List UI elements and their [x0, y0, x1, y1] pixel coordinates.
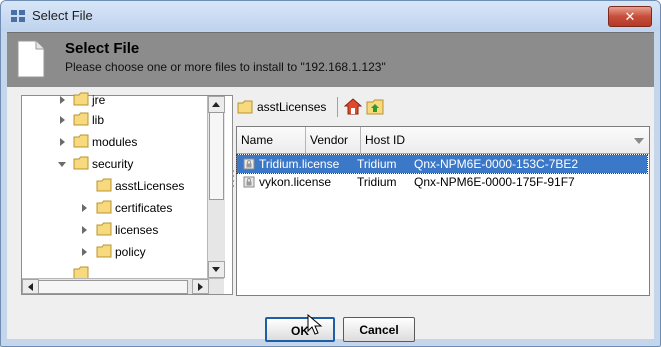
tree-vertical-scrollbar[interactable] [207, 96, 225, 278]
file-table: Name Vendor Host ID Tridium.license Trid… [236, 126, 650, 296]
folder-icon [96, 222, 112, 236]
cell-vendor: Tridium [357, 175, 397, 189]
expand-arrow-icon[interactable] [60, 96, 65, 104]
tree-item-security[interactable]: security [22, 154, 207, 174]
scroll-down-button[interactable] [208, 261, 225, 278]
window-title: Select File [32, 8, 93, 23]
cancel-button[interactable]: Cancel [343, 317, 415, 342]
tree-item-partial [22, 264, 207, 278]
folder-icon [237, 100, 253, 114]
folder-icon [73, 92, 89, 106]
license-file-icon [243, 176, 255, 188]
folder-icon [73, 112, 89, 126]
folder-icon [96, 178, 112, 192]
folder-icon [73, 134, 89, 148]
collapse-arrow-icon[interactable] [58, 162, 66, 167]
tree-item-lib[interactable]: lib [22, 110, 207, 130]
header-title: Select File [65, 40, 140, 57]
tree-item-certificates[interactable]: certificates [22, 198, 207, 218]
column-header-host-id[interactable]: Host ID [361, 127, 629, 153]
column-header-name[interactable]: Name [237, 127, 306, 153]
tree-item-label: certificates [115, 201, 173, 215]
column-header-vendor[interactable]: Vendor [306, 127, 361, 153]
cell-name: vykon.license [259, 175, 332, 189]
table-row[interactable]: Tridium.license Tridium Qnx-NPM6E-0000-1… [236, 154, 648, 174]
header-subtitle: Please choose one or more files to insta… [65, 60, 386, 74]
expand-arrow-icon[interactable] [60, 138, 65, 146]
breadcrumb[interactable]: asstLicenses [257, 100, 326, 114]
tree-item-licenses[interactable]: licenses [22, 220, 207, 240]
cell-vendor: Tridium [357, 157, 397, 171]
license-file-icon [243, 158, 255, 170]
file-toolbar: asstLicenses [237, 95, 647, 119]
tree-item-policy[interactable]: policy [22, 242, 207, 262]
cell-name: Tridium.license [259, 157, 340, 171]
tree-item-label: lib [92, 113, 105, 127]
expand-arrow-icon[interactable] [82, 204, 87, 212]
expand-arrow-icon[interactable] [82, 226, 87, 234]
cell-host-id: Qnx-NPM6E-0000-153C-7BE2 [414, 157, 579, 171]
tree-item-jre[interactable]: jre [22, 90, 207, 110]
folder-icon [96, 244, 112, 258]
app-grid-icon [11, 10, 25, 22]
tree-item-label: modules [92, 135, 138, 149]
mouse-cursor-icon [307, 314, 323, 335]
title-bar[interactable]: Select File ✕ [1, 1, 660, 31]
scroll-thumb[interactable] [38, 280, 188, 294]
home-icon[interactable] [344, 98, 362, 115]
folder-up-icon[interactable] [366, 98, 384, 115]
cell-host-id: Qnx-NPM6E-0000-175F-91F7 [414, 175, 575, 189]
scroll-up-button[interactable] [208, 96, 225, 113]
dialog-content: jre lib modules security asstLicenses ce… [7, 87, 654, 342]
table-header: Name Vendor Host ID [237, 127, 649, 154]
tree-item-label: asstLicenses [115, 176, 185, 196]
folder-icon [73, 266, 89, 278]
pane-splitter[interactable] [231, 167, 235, 197]
tree-item-label: security [92, 157, 134, 171]
scroll-right-button[interactable] [192, 279, 209, 294]
ok-button[interactable]: OK [265, 317, 335, 342]
tree-item-asstlicenses[interactable]: asstLicenses [22, 176, 207, 196]
document-icon [17, 40, 45, 78]
tree-item-label: policy [115, 245, 146, 259]
folder-tree[interactable]: jre lib modules security asstLicenses ce… [21, 92, 233, 295]
toolbar-divider [337, 97, 338, 117]
scroll-thumb[interactable] [209, 112, 224, 200]
column-menu-icon[interactable] [629, 127, 649, 153]
close-button[interactable]: ✕ [608, 6, 652, 27]
dialog-header: Select File Please choose one or more fi… [7, 32, 654, 88]
select-file-dialog: Select File ✕ Select File Please choose … [0, 0, 661, 347]
expand-arrow-icon[interactable] [82, 248, 87, 256]
tree-item-modules[interactable]: modules [22, 132, 207, 152]
tree-item-label: licenses [115, 223, 159, 237]
tree-horizontal-scrollbar[interactable] [22, 278, 224, 294]
folder-open-icon [73, 156, 89, 170]
folder-icon [96, 200, 112, 214]
table-row[interactable]: vykon.license Tridium Qnx-NPM6E-0000-175… [237, 173, 647, 191]
tree-item-label: jre [92, 93, 106, 107]
expand-arrow-icon[interactable] [60, 116, 65, 124]
scroll-left-button[interactable] [22, 279, 39, 294]
